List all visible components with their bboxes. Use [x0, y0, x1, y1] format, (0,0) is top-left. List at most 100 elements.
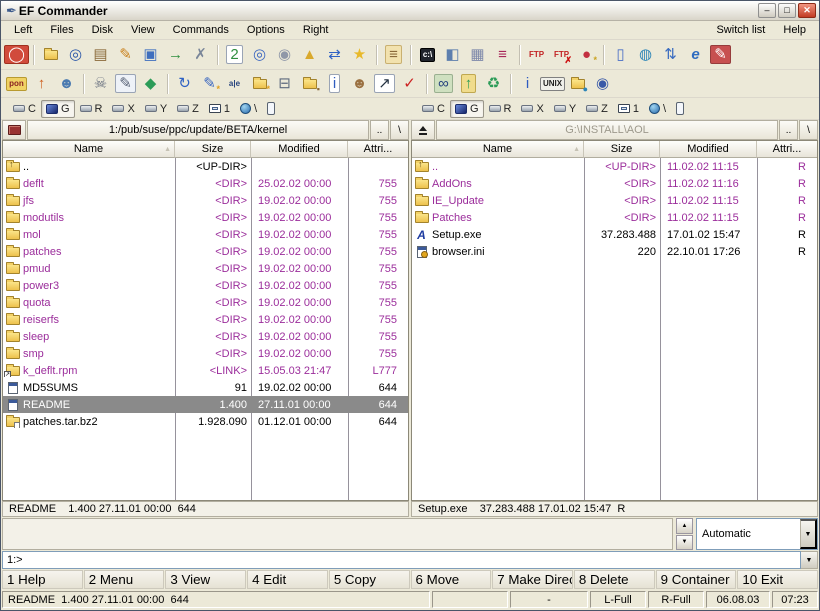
fkey-2-button[interactable]: 2 Menu	[84, 570, 165, 589]
menu-commands[interactable]: Commands	[164, 22, 238, 38]
file-row[interactable]: README1.40027.11.01 00:00644	[3, 396, 408, 413]
open-folder-icon[interactable]	[38, 43, 63, 66]
fkey-9-button[interactable]: 9 Container	[656, 570, 737, 589]
column-header-name[interactable]: Name▲	[412, 141, 584, 158]
drive-y-button[interactable]: Y	[140, 100, 172, 118]
refresh-icon[interactable]: ⇄	[322, 43, 347, 66]
user-icon[interactable]: ☻	[54, 72, 79, 95]
power-exit-icon[interactable]: ◯	[4, 43, 29, 66]
close-button[interactable]: ✕	[798, 3, 816, 18]
pack-folder-icon[interactable]: ▪	[297, 72, 322, 95]
drive-x-button[interactable]: X	[516, 100, 548, 118]
fkey-5-button[interactable]: 5 Copy	[329, 570, 410, 589]
menu-options[interactable]: Options	[238, 22, 294, 38]
move-icon[interactable]: →	[163, 43, 188, 66]
info-icon[interactable]: i	[515, 72, 540, 95]
column-header-attri[interactable]: Attri...	[348, 141, 408, 158]
column-header-modified[interactable]: Modified	[251, 141, 348, 158]
split-file-icon[interactable]: ◧	[440, 43, 465, 66]
drive-root-button[interactable]: \	[644, 100, 671, 118]
drive-root-button[interactable]: \	[235, 100, 262, 118]
ftp-terminal-icon[interactable]	[2, 120, 26, 140]
eject-icon[interactable]	[411, 120, 435, 140]
fkey-8-button[interactable]: 8 Delete	[574, 570, 655, 589]
fkey-6-button[interactable]: 6 Move	[411, 570, 492, 589]
combo-dropdown-icon[interactable]: ▼	[800, 519, 817, 549]
menu-help[interactable]: Help	[774, 22, 815, 38]
notes-icon[interactable]: ▦	[465, 43, 490, 66]
drive-c-button[interactable]: C	[8, 100, 41, 118]
compare-panels-icon[interactable]: 2	[222, 43, 247, 66]
left-path[interactable]: 1:/pub/suse/ppc/update/BETA/kernel	[27, 120, 369, 140]
edit-new-icon[interactable]: ✎*	[197, 72, 222, 95]
column-header-name[interactable]: Name▲	[3, 141, 175, 158]
menu-view[interactable]: View	[122, 22, 164, 38]
column-header-size[interactable]: Size	[175, 141, 251, 158]
new-document-icon[interactable]: ▯	[608, 43, 633, 66]
column-header-modified[interactable]: Modified	[660, 141, 757, 158]
properties-icon[interactable]: i	[322, 72, 347, 95]
pon-icon[interactable]: pon	[4, 72, 29, 95]
favorites-icon[interactable]: ★	[347, 43, 372, 66]
fkey-4-button[interactable]: 4 Edit	[247, 570, 328, 589]
edit-file-icon[interactable]: ✎	[113, 43, 138, 66]
permissions-user-icon[interactable]: ☻	[347, 72, 372, 95]
drive-z-button[interactable]: Z	[581, 100, 613, 118]
web-folder-icon[interactable]: ●	[565, 72, 590, 95]
maximize-button[interactable]: □	[778, 3, 796, 18]
unix-icon[interactable]: UNIX	[540, 72, 565, 95]
ftp-connect-icon[interactable]: FTP	[524, 43, 549, 66]
keys-icon[interactable]: ●*	[574, 43, 599, 66]
browser-ie-icon[interactable]: e	[683, 43, 708, 66]
drive-device-button[interactable]	[262, 100, 283, 118]
left-file-list[interactable]: ↑..<UP-DIR>deflt<DIR>25.02.02 00:00755jf…	[3, 158, 408, 500]
wipe-skull-icon[interactable]: ☠	[88, 72, 113, 95]
web-sync-icon[interactable]: ⇅	[658, 43, 683, 66]
drive-r-button[interactable]: R	[484, 100, 517, 118]
view-mode-combo[interactable]: Automatic ▼	[696, 518, 818, 550]
history-icon[interactable]: ≡	[381, 43, 406, 66]
drive-r-button[interactable]: R	[75, 100, 108, 118]
statistics-icon[interactable]: ↑	[29, 72, 54, 95]
sync-dirs-icon[interactable]: ↑	[456, 72, 481, 95]
log-scroll-up-button[interactable]: ▲	[676, 518, 693, 534]
log-scroll-down-button[interactable]: ▼	[676, 535, 693, 551]
fkey-7-button[interactable]: 7 Make Direc...	[492, 570, 573, 589]
fkey-3-button[interactable]: 3 View	[165, 570, 246, 589]
command-line-input[interactable]: 1:>	[2, 551, 801, 569]
column-header-size[interactable]: Size	[584, 141, 660, 158]
find-computer-icon[interactable]: ◎	[63, 43, 88, 66]
copy-icon[interactable]: ▣	[138, 43, 163, 66]
clean-icon[interactable]: ◆	[138, 72, 163, 95]
drive-1-button[interactable]: 1	[613, 100, 644, 118]
find-binoculars-icon[interactable]: ∞	[431, 72, 456, 95]
left-root-dir-button[interactable]: \	[390, 120, 409, 140]
command-prompt-icon[interactable]: c:\	[415, 43, 440, 66]
print-icon[interactable]: ⊟	[272, 72, 297, 95]
delete-icon[interactable]: ✗	[188, 43, 213, 66]
reload-icon[interactable]: ↻	[172, 72, 197, 95]
right-root-dir-button[interactable]: \	[799, 120, 818, 140]
menu-files[interactable]: Files	[41, 22, 82, 38]
drive-g-button[interactable]: G	[41, 100, 75, 118]
pack-icon[interactable]: ▲	[297, 43, 322, 66]
drive-device-button[interactable]	[671, 100, 692, 118]
menu-left[interactable]: Left	[5, 22, 41, 38]
drive-1-button[interactable]: 1	[204, 100, 235, 118]
right-path[interactable]: G:\INSTALL\AOL	[436, 120, 778, 140]
menu-switch-list[interactable]: Switch list	[707, 22, 774, 38]
notepad-icon[interactable]: ✎	[708, 43, 733, 66]
command-history-dropdown-icon[interactable]: ▼	[801, 551, 818, 569]
menu-disk[interactable]: Disk	[83, 22, 122, 38]
new-folder-icon[interactable]: *	[247, 72, 272, 95]
minimize-button[interactable]: –	[758, 3, 776, 18]
shortcut-icon[interactable]: ↗	[372, 72, 397, 95]
drive-g-button[interactable]: G	[450, 100, 484, 118]
fkey-1-button[interactable]: 1 Help	[2, 570, 83, 589]
right-file-list[interactable]: ↑..<UP-DIR>11.02.02 11:15RAddOns<DIR>11.…	[412, 158, 817, 500]
watch-eye-icon[interactable]: ◉	[590, 72, 615, 95]
drive-z-button[interactable]: Z	[172, 100, 204, 118]
select-clipboard-icon[interactable]: ✎	[113, 72, 138, 95]
ftp-disconnect-icon[interactable]: FTP✗	[549, 43, 574, 66]
rename-icon[interactable]: a|e	[222, 72, 247, 95]
